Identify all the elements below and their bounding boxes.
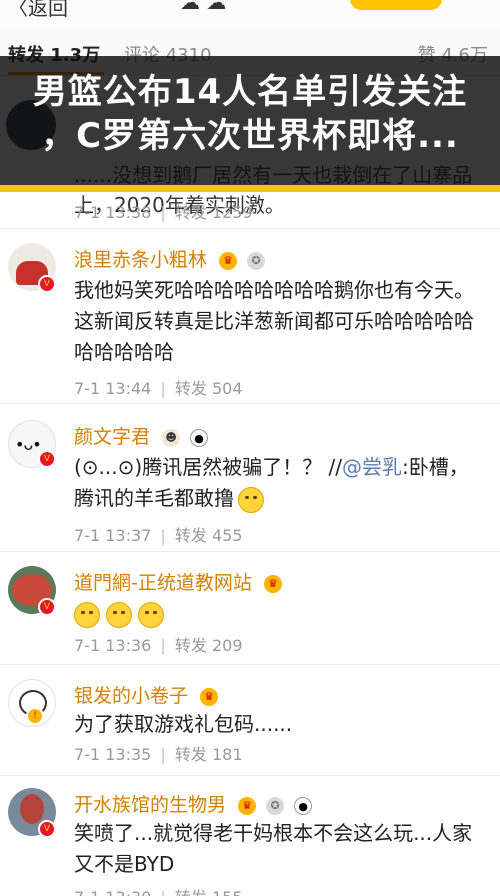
caption-line-2: ，C罗第六次世界杯即将... (41, 116, 459, 156)
top-bar: 〈返回 ☁ ☁ (0, 0, 500, 30)
comment-username[interactable]: 浪里赤条小粗林 ♛ ✪ (74, 245, 269, 272)
verified-icon: V (38, 450, 56, 468)
comment-time: 7-1 13:30 (74, 888, 151, 896)
comment-emojis (74, 598, 486, 629)
laughing-emoji-icon (238, 486, 264, 513)
caption-accent-bar (0, 185, 500, 192)
comment-time: 7-1 13:37 (74, 526, 152, 545)
username-text[interactable]: 银发的小卷子 (74, 685, 188, 707)
crown-icon: ♛ (200, 688, 219, 706)
comment-text-part: (⊙...⊙)腾讯居然被骗了！？ // (74, 455, 343, 479)
comment-text: (⊙...⊙)腾讯居然被骗了！？ //@尝乳:卧槽，腾讯的羊毛都敢撸 (74, 452, 486, 514)
comment-meta: 7-1 13:38 | 转发 1259 (74, 199, 253, 223)
comment-time: 7-1 13:35 (74, 745, 152, 764)
list-item: V 浪里赤条小粗林 ♛ ✪ 我他妈笑死哈哈哈哈哈哈哈哈鹅你也有今天。这新闻反转真… (0, 229, 500, 404)
comment-text: 我他妈笑死哈哈哈哈哈哈哈哈鹅你也有今天。这新闻反转真是比洋葱新闻都可乐哈哈哈哈哈… (74, 278, 474, 364)
list-item: V 道門網-正统道教网站 ♛ 7-1 13:36 | 转发 209 (0, 552, 500, 665)
comment-text: 笑喷了...就觉得老干妈根本不会这么玩...人家又不是BYD (74, 821, 473, 876)
panda-icon: ● (190, 429, 209, 447)
comment-meta: 7-1 13:36 | 转发 209 (74, 632, 243, 656)
comment-username[interactable]: 道門網-正统道教网站 ♛ (74, 568, 286, 595)
username-text[interactable]: 开水族馆的生物男 (74, 794, 226, 816)
comment-text: 为了获取游戏礼包码...... (74, 712, 293, 736)
badge-group: ♛ (263, 573, 286, 595)
username-text[interactable]: 浪里赤条小粗林 (74, 249, 207, 271)
separator: | (160, 203, 166, 222)
badge-group: ♛ ✪ ● (238, 795, 316, 817)
comment-time: 7-1 13:44 (74, 379, 152, 398)
panda-icon: ● (294, 797, 313, 815)
repost-count[interactable]: 转发 1259 (175, 203, 253, 222)
list-item: V 开水族馆的生物男 ♛ ✪ ● 笑喷了...就觉得老干妈根本不会这么玩...人… (0, 776, 500, 896)
badge-group: ☻ ● (162, 427, 212, 449)
comment-username[interactable]: 银发的小卷子 ♛ (74, 681, 222, 708)
badge-icon: ! (26, 707, 44, 725)
separator: | (160, 888, 165, 896)
verified-icon: V (38, 275, 56, 293)
back-button[interactable]: 〈返回 (8, 0, 68, 21)
list-item: •ᴗ• V 颜文字君 ☻ ● (⊙...⊙)腾讯居然被骗了！？ //@尝乳:卧槽… (0, 404, 500, 552)
badge-group: ♛ ✪ (219, 250, 269, 272)
list-item: ! 银发的小卷子 ♛ 为了获取游戏礼包码...... 7-1 13:35 | 转… (0, 665, 500, 776)
medal-icon: ✪ (266, 797, 285, 815)
repost-count[interactable]: 转发 181 (175, 745, 243, 764)
separator: | (160, 745, 166, 764)
comment-meta: 7-1 13:44 | 转发 504 (74, 375, 243, 399)
comment-time: 7-1 13:36 (74, 636, 152, 655)
crown-icon: ♛ (238, 797, 257, 815)
grinning-emoji-icon (138, 601, 164, 628)
username-text[interactable]: 颜文字君 (74, 426, 150, 448)
badge-group: ♛ (200, 686, 222, 708)
repost-count[interactable]: 转发 455 (175, 526, 243, 545)
comment-time: 7-1 13:38 (74, 203, 152, 222)
verified-icon: V (38, 820, 56, 838)
comment-username[interactable]: 颜文字君 ☻ ● (74, 422, 212, 449)
comment-meta: 7-1 13:35 | 转发 181 (74, 741, 243, 765)
verified-icon: V (38, 598, 56, 616)
mask-icon: ☻ (162, 429, 181, 447)
grinning-emoji-icon (74, 601, 100, 628)
crown-icon: ♛ (263, 575, 282, 593)
repost-count[interactable]: 转发 209 (175, 636, 243, 655)
comment-meta: 7-1 13:30 | 转发 155 (74, 884, 243, 896)
news-caption-overlay: 男篮公布14人名单引发关注 ，C罗第六次世界杯即将... (0, 56, 500, 192)
separator: | (160, 636, 166, 655)
page-title-icon: ☁ ☁ (180, 0, 227, 14)
username-text[interactable]: 道門網-正统道教网站 (74, 572, 252, 594)
comment-meta: 7-1 13:37 | 转发 455 (74, 522, 243, 546)
follow-button[interactable] (350, 0, 442, 10)
repost-count[interactable]: 转发 504 (175, 379, 243, 398)
mention-link[interactable]: @尝乳 (342, 455, 402, 479)
repost-count[interactable]: 转发 155 (175, 888, 243, 896)
medal-icon: ✪ (247, 252, 266, 270)
grinning-emoji-icon (106, 601, 132, 628)
crown-icon: ♛ (219, 252, 238, 270)
avatar-image (20, 794, 44, 824)
kaomoji-avatar-icon: •ᴗ• (15, 435, 42, 454)
separator: | (160, 379, 166, 398)
caption-line-1: 男篮公布14人名单引发关注 (32, 72, 468, 112)
comment-username[interactable]: 开水族馆的生物男 ♛ ✪ ● (74, 790, 316, 817)
separator: | (160, 526, 166, 545)
